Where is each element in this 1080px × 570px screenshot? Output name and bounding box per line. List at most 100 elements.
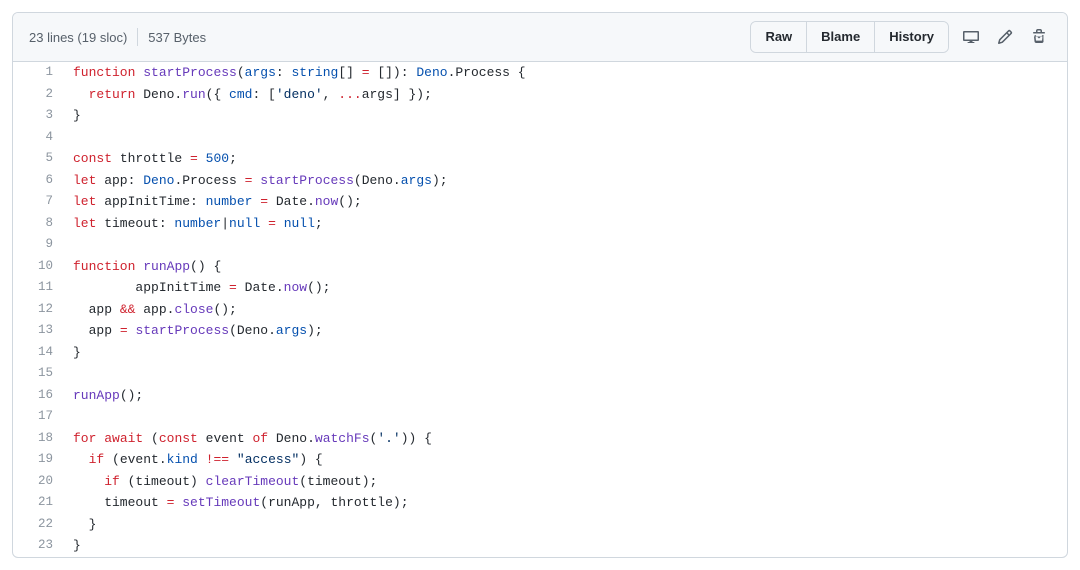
- code-table: 1function startProcess(args: string[] = …: [13, 62, 1067, 557]
- code-row: 21 timeout = setTimeout(runApp, throttle…: [13, 492, 1067, 514]
- token-k: const: [73, 151, 112, 166]
- code-line[interactable]: function startProcess(args: string[] = […: [63, 62, 1067, 84]
- line-number[interactable]: 9: [13, 234, 63, 256]
- code-row: 3}: [13, 105, 1067, 127]
- line-number[interactable]: 3: [13, 105, 63, 127]
- code-line[interactable]: [63, 127, 1067, 149]
- line-number[interactable]: 5: [13, 148, 63, 170]
- code-line[interactable]: let appInitTime: number = Date.now();: [63, 191, 1067, 213]
- code-row: 9: [13, 234, 1067, 256]
- token-v: kind: [167, 452, 198, 467]
- line-number[interactable]: 1: [13, 62, 63, 84]
- line-number[interactable]: 22: [13, 514, 63, 536]
- token-op: !==: [206, 452, 229, 467]
- token-fn: startProcess: [143, 65, 237, 80]
- code-line[interactable]: return Deno.run({ cmd: ['deno', ...args]…: [63, 84, 1067, 106]
- token-fn: close: [174, 302, 213, 317]
- token-op: =: [268, 216, 276, 231]
- history-button[interactable]: History: [875, 22, 948, 52]
- blame-button[interactable]: Blame: [807, 22, 875, 52]
- code-line[interactable]: [63, 234, 1067, 256]
- code-line[interactable]: }: [63, 514, 1067, 536]
- token-c: null: [229, 216, 260, 231]
- line-number[interactable]: 13: [13, 320, 63, 342]
- code-line[interactable]: if (event.kind !== "access") {: [63, 449, 1067, 471]
- token-fn: clearTimeout: [206, 474, 300, 489]
- token-fn: watchFs: [315, 431, 370, 446]
- token-s: '.': [377, 431, 400, 446]
- token-v: args: [276, 323, 307, 338]
- line-number[interactable]: 21: [13, 492, 63, 514]
- code-line[interactable]: timeout = setTimeout(runApp, throttle);: [63, 492, 1067, 514]
- code-line[interactable]: }: [63, 105, 1067, 127]
- line-number[interactable]: 4: [13, 127, 63, 149]
- token-v: args: [245, 65, 276, 80]
- code-row: 23}: [13, 535, 1067, 557]
- code-row: 10function runApp() {: [13, 256, 1067, 278]
- code-line[interactable]: [63, 406, 1067, 428]
- display-icon[interactable]: [959, 25, 983, 49]
- lines-info: 23 lines (19 sloc): [29, 30, 127, 45]
- token-k: const: [159, 431, 198, 446]
- code-row: 18for await (const event of Deno.watchFs…: [13, 428, 1067, 450]
- code-row: 15: [13, 363, 1067, 385]
- code-row: 14}: [13, 342, 1067, 364]
- code-line[interactable]: appInitTime = Date.now();: [63, 277, 1067, 299]
- code-line[interactable]: }: [63, 535, 1067, 557]
- code-row: 19 if (event.kind !== "access") {: [13, 449, 1067, 471]
- code-line[interactable]: [63, 363, 1067, 385]
- line-number[interactable]: 7: [13, 191, 63, 213]
- code-line[interactable]: runApp();: [63, 385, 1067, 407]
- line-number[interactable]: 23: [13, 535, 63, 557]
- code-line[interactable]: for await (const event of Deno.watchFs('…: [63, 428, 1067, 450]
- token-fn: startProcess: [135, 323, 229, 338]
- line-number[interactable]: 12: [13, 299, 63, 321]
- line-number[interactable]: 15: [13, 363, 63, 385]
- line-number[interactable]: 11: [13, 277, 63, 299]
- edit-icon[interactable]: [993, 25, 1017, 49]
- line-number[interactable]: 10: [13, 256, 63, 278]
- code-line[interactable]: function runApp() {: [63, 256, 1067, 278]
- line-number[interactable]: 17: [13, 406, 63, 428]
- button-group: Raw Blame History: [750, 21, 949, 53]
- code-line[interactable]: let timeout: number|null = null;: [63, 213, 1067, 235]
- token-k: function: [73, 259, 135, 274]
- token-v: string: [292, 65, 339, 80]
- token-fn: setTimeout: [182, 495, 260, 510]
- line-number[interactable]: 16: [13, 385, 63, 407]
- code-line[interactable]: }: [63, 342, 1067, 364]
- code-line[interactable]: const throttle = 500;: [63, 148, 1067, 170]
- token-k: await: [104, 431, 143, 446]
- token-fn: run: [182, 87, 205, 102]
- code-row: 2 return Deno.run({ cmd: ['deno', ...arg…: [13, 84, 1067, 106]
- code-row: 5const throttle = 500;: [13, 148, 1067, 170]
- code-row: 20 if (timeout) clearTimeout(timeout);: [13, 471, 1067, 493]
- code-line[interactable]: app = startProcess(Deno.args);: [63, 320, 1067, 342]
- code-row: 7let appInitTime: number = Date.now();: [13, 191, 1067, 213]
- token-k: return: [89, 87, 136, 102]
- code-line[interactable]: let app: Deno.Process = startProcess(Den…: [63, 170, 1067, 192]
- line-number[interactable]: 6: [13, 170, 63, 192]
- code-line[interactable]: if (timeout) clearTimeout(timeout);: [63, 471, 1067, 493]
- line-number[interactable]: 20: [13, 471, 63, 493]
- line-number[interactable]: 19: [13, 449, 63, 471]
- code-line[interactable]: app && app.close();: [63, 299, 1067, 321]
- token-op: =: [362, 65, 370, 80]
- token-fn: now: [315, 194, 338, 209]
- token-op: =: [229, 280, 237, 295]
- code-row: 17: [13, 406, 1067, 428]
- line-number[interactable]: 14: [13, 342, 63, 364]
- token-k: let: [73, 194, 96, 209]
- line-number[interactable]: 8: [13, 213, 63, 235]
- token-fn: runApp: [73, 388, 120, 403]
- token-s: 'deno': [276, 87, 323, 102]
- token-v: cmd: [229, 87, 252, 102]
- delete-icon[interactable]: [1027, 25, 1051, 49]
- line-number[interactable]: 2: [13, 84, 63, 106]
- token-op: =: [245, 173, 253, 188]
- raw-button[interactable]: Raw: [751, 22, 807, 52]
- token-k: if: [89, 452, 105, 467]
- token-v: number: [174, 216, 221, 231]
- line-number[interactable]: 18: [13, 428, 63, 450]
- token-s: "access": [237, 452, 299, 467]
